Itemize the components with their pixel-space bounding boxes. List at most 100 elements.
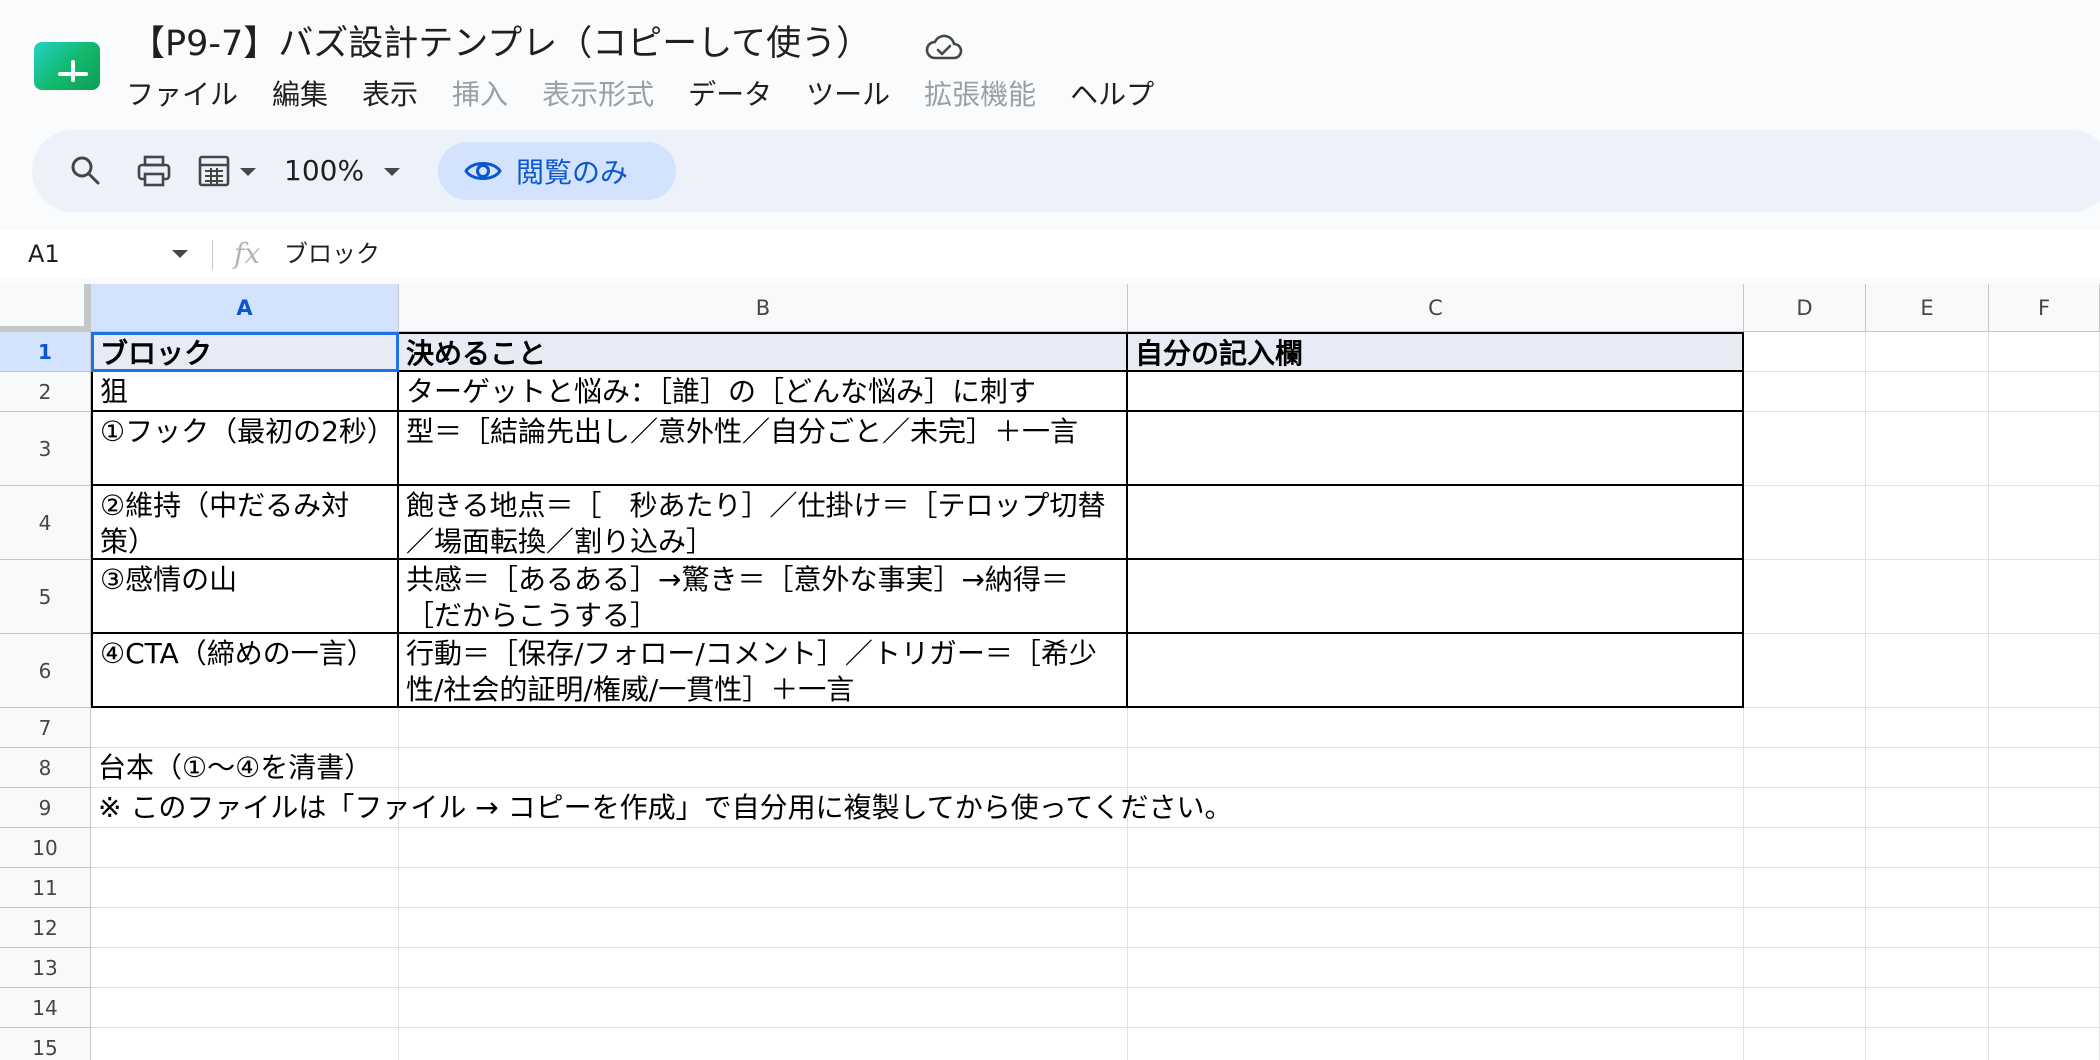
empty-cell[interactable] <box>1866 828 1989 868</box>
cell-b3[interactable]: 型＝［結論先出し／意外性／自分ごと／未完］＋一言 <box>399 412 1128 486</box>
empty-cell[interactable] <box>399 748 1128 788</box>
empty-cell[interactable] <box>1744 908 1866 948</box>
empty-cell[interactable] <box>399 868 1128 908</box>
menu-view[interactable]: 表示 <box>345 75 435 115</box>
empty-cell[interactable] <box>1866 372 1989 412</box>
empty-cell[interactable] <box>91 828 399 868</box>
row-header-3[interactable]: 3 <box>0 412 91 486</box>
empty-cell[interactable] <box>1744 372 1866 412</box>
row-header-15[interactable]: 15 <box>0 1028 91 1060</box>
empty-cell[interactable] <box>1128 828 1744 868</box>
sheets-logo-icon[interactable] <box>34 42 100 90</box>
menu-extensions[interactable]: 拡張機能 <box>907 75 1053 115</box>
menu-data[interactable]: データ <box>671 75 789 115</box>
menu-file[interactable]: ファイル <box>124 75 255 115</box>
empty-cell[interactable] <box>1866 708 1989 748</box>
empty-cell[interactable] <box>1989 412 2100 486</box>
formula-input[interactable]: ブロック <box>284 236 380 272</box>
column-header-a[interactable]: A <box>91 284 399 332</box>
empty-cell[interactable] <box>1744 634 1866 708</box>
empty-cell[interactable] <box>1989 560 2100 634</box>
cell-b1[interactable]: 決めること <box>399 332 1128 372</box>
cell-a1[interactable]: ブロック <box>91 332 399 372</box>
row-header-6[interactable]: 6 <box>0 634 91 708</box>
row-header-11[interactable]: 11 <box>0 868 91 908</box>
empty-cell[interactable] <box>1744 868 1866 908</box>
name-box-chevron-down-icon[interactable] <box>172 250 188 258</box>
row-header-13[interactable]: 13 <box>0 948 91 988</box>
menu-format[interactable]: 表示形式 <box>525 75 671 115</box>
empty-cell[interactable] <box>91 868 399 908</box>
empty-cell[interactable] <box>1989 988 2100 1028</box>
empty-cell[interactable] <box>1866 486 1989 560</box>
empty-cell[interactable] <box>1989 908 2100 948</box>
row-header-5[interactable]: 5 <box>0 560 91 634</box>
empty-cell[interactable] <box>1128 708 1744 748</box>
cell-b6[interactable]: 行動＝［保存/フォロー/コメント］／トリガー＝［希少性/社会的証明/権威/一貫性… <box>399 634 1128 708</box>
cell-a6[interactable]: ④CTA（締めの一言） <box>91 634 399 708</box>
empty-cell[interactable] <box>1866 868 1989 908</box>
empty-cell[interactable] <box>1744 560 1866 634</box>
cell-b5[interactable]: 共感＝［あるある］→驚き＝［意外な事実］→納得＝［だからこうする］ <box>399 560 1128 634</box>
empty-cell[interactable] <box>399 948 1128 988</box>
empty-cell[interactable] <box>399 1028 1128 1060</box>
cell-b2[interactable]: ターゲットと悩み：［誰］の［どんな悩み］に刺す <box>399 372 1128 412</box>
empty-cell[interactable] <box>91 1028 399 1060</box>
cell-b4[interactable]: 飽きる地点＝［ 秒あたり］／仕掛け＝［テロップ切替／場面転換／割り込み］ <box>399 486 1128 560</box>
column-header-b[interactable]: B <box>399 284 1128 332</box>
empty-cell[interactable] <box>1866 332 1989 372</box>
column-header-d[interactable]: D <box>1744 284 1866 332</box>
menu-tools[interactable]: ツール <box>789 75 907 115</box>
empty-cell[interactable] <box>1866 908 1989 948</box>
row-header-2[interactable]: 2 <box>0 372 91 412</box>
empty-cell[interactable] <box>1128 748 1744 788</box>
empty-cell[interactable] <box>1989 372 2100 412</box>
empty-cell[interactable] <box>1989 868 2100 908</box>
cell-a3[interactable]: ①フック（最初の2秒） <box>91 412 399 486</box>
empty-cell[interactable] <box>1989 708 2100 748</box>
empty-cell[interactable] <box>1866 948 1989 988</box>
row-header-4[interactable]: 4 <box>0 486 91 560</box>
empty-cell[interactable] <box>1866 988 1989 1028</box>
cell-c4[interactable] <box>1128 486 1744 560</box>
empty-cell[interactable] <box>1744 948 1866 988</box>
cloud-check-icon[interactable] <box>924 30 964 66</box>
cell-c5[interactable] <box>1128 560 1744 634</box>
empty-cell[interactable] <box>1128 1028 1744 1060</box>
empty-cell[interactable] <box>1128 948 1744 988</box>
cell-a4[interactable]: ②維持（中だるみ対策） <box>91 486 399 560</box>
row-header-12[interactable]: 12 <box>0 908 91 948</box>
empty-cell[interactable] <box>1866 412 1989 486</box>
row-header-14[interactable]: 14 <box>0 988 91 1028</box>
empty-cell[interactable] <box>1744 748 1866 788</box>
cell-c6[interactable] <box>1128 634 1744 708</box>
view-only-button[interactable]: 閲覧のみ <box>438 142 676 200</box>
empty-cell[interactable] <box>1989 1028 2100 1060</box>
empty-cell[interactable] <box>399 908 1128 948</box>
row-header-8[interactable]: 8 <box>0 748 91 788</box>
column-header-f[interactable]: F <box>1989 284 2100 332</box>
empty-cell[interactable] <box>1744 1028 1866 1060</box>
empty-cell[interactable] <box>1744 486 1866 560</box>
menu-edit[interactable]: 編集 <box>255 75 345 115</box>
document-title[interactable]: 【P9-7】バズ設計テンプレ（コピーして使う） <box>130 20 871 68</box>
empty-cell[interactable] <box>1989 634 2100 708</box>
empty-cell[interactable] <box>1989 948 2100 988</box>
cell-c2[interactable] <box>1128 372 1744 412</box>
column-header-c[interactable]: C <box>1128 284 1744 332</box>
print-icon[interactable] <box>134 151 174 191</box>
empty-cell[interactable] <box>1989 486 2100 560</box>
empty-cell[interactable] <box>1989 828 2100 868</box>
empty-cell[interactable] <box>91 708 399 748</box>
zoom-select[interactable]: 100% <box>284 150 364 192</box>
select-all-corner[interactable] <box>0 284 91 332</box>
menu-help[interactable]: ヘルプ <box>1053 75 1171 115</box>
empty-cell[interactable] <box>1989 788 2100 828</box>
cell-c1[interactable]: 自分の記入欄 <box>1128 332 1744 372</box>
chevron-down-icon[interactable] <box>240 168 256 176</box>
row-header-9[interactable]: 9 <box>0 788 91 828</box>
cell-a8[interactable]: 台本（①〜④を清書） <box>91 748 399 788</box>
cell-a9[interactable]: ※ このファイルは「ファイル → コピーを作成」で自分用に複製してから使ってくだ… <box>91 788 1233 828</box>
empty-cell[interactable] <box>1866 634 1989 708</box>
empty-cell[interactable] <box>1989 332 2100 372</box>
